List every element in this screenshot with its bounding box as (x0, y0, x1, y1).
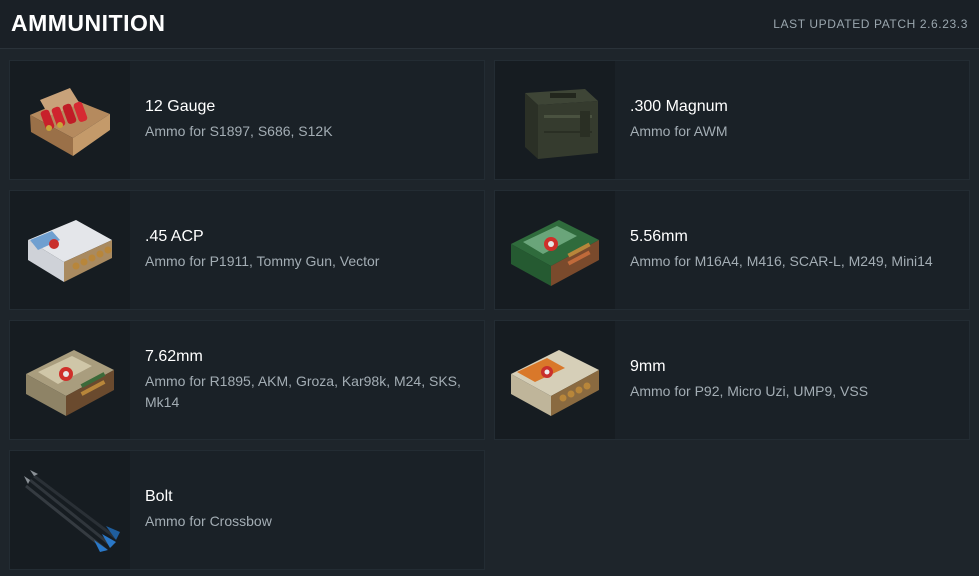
ammo-can-icon (510, 75, 600, 165)
ammo-description: Ammo for M16A4, M416, SCAR-L, M249, Mini… (630, 253, 933, 269)
patch-label: LAST UPDATED PATCH 2.6.23.3 (773, 17, 968, 31)
ammo-thumbnail (10, 451, 130, 569)
rifle-ammo-box-green-icon (507, 208, 603, 292)
shotgun-shells-box-icon (25, 80, 115, 160)
ammo-thumbnail (10, 321, 130, 439)
ammo-description: Ammo for R1895, AKM, Groza, Kar98k, M24,… (145, 373, 461, 410)
rifle-ammo-box-tan-icon (22, 338, 118, 422)
ammo-description: Ammo for S1897, S686, S12K (145, 123, 333, 139)
pistol-ammo-box-orange-icon (507, 338, 603, 422)
ammo-thumbnail (10, 61, 130, 179)
ammo-name: Bolt (145, 488, 173, 505)
ammo-name: 7.62mm (145, 348, 203, 365)
ammo-name: .45 ACP (145, 228, 204, 245)
ammo-description: Ammo for Crossbow (145, 513, 272, 529)
ammo-name: 5.56mm (630, 228, 688, 245)
ammo-description: Ammo for AWM (630, 123, 728, 139)
ammo-thumbnail (10, 191, 130, 309)
ammo-description: Ammo for P92, Micro Uzi, UMP9, VSS (630, 383, 869, 399)
ammo-name: 12 Gauge (145, 98, 216, 115)
ammo-card-300-magnum[interactable]: .300 Magnum Ammo for AWM (494, 60, 970, 180)
ammo-card-bolt[interactable]: Bolt Ammo for Crossbow (9, 450, 485, 570)
ammo-card-7-62mm[interactable]: 7.62mm Ammo for R1895, AKM, Groza, Kar98… (9, 320, 485, 440)
page-title: AMMUNITION (11, 10, 166, 36)
ammo-thumbnail (495, 321, 615, 439)
ammo-name: 9mm (630, 358, 666, 375)
ammo-description: Ammo for P1911, Tommy Gun, Vector (145, 253, 380, 269)
ammo-name: .300 Magnum (630, 98, 728, 115)
ammo-thumbnail (495, 61, 615, 179)
ammo-card-12-gauge[interactable]: 12 Gauge Ammo for S1897, S686, S12K (9, 60, 485, 180)
crossbow-bolts-icon (20, 468, 120, 552)
page-header: AMMUNITION LAST UPDATED PATCH 2.6.23.3 (0, 0, 979, 49)
ammo-card-45-acp[interactable]: .45 ACP Ammo for P1911, Tommy Gun, Vecto… (9, 190, 485, 310)
ammo-thumbnail (495, 191, 615, 309)
ammo-card-5-56mm[interactable]: 5.56mm Ammo for M16A4, M416, SCAR-L, M24… (494, 190, 970, 310)
ammo-card-9mm[interactable]: 9mm Ammo for P92, Micro Uzi, UMP9, VSS (494, 320, 970, 440)
pistol-ammo-box-icon (24, 210, 116, 290)
